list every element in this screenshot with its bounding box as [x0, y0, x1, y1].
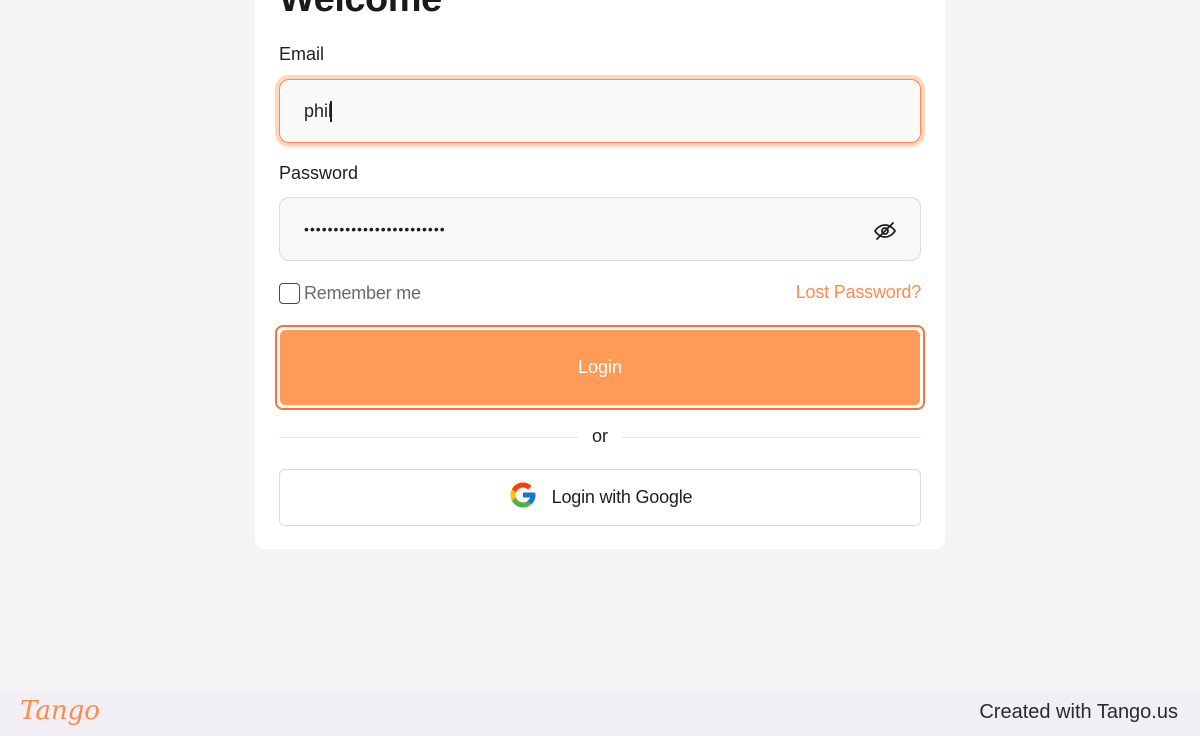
login-page: Welcome Email Password Remember me Lost …: [0, 0, 1200, 690]
remember-me[interactable]: Remember me: [279, 283, 421, 304]
lost-password-link[interactable]: Lost Password?: [796, 282, 921, 303]
login-button[interactable]: Login: [280, 330, 920, 405]
remember-me-checkbox[interactable]: [279, 283, 300, 304]
password-label: Password: [279, 163, 359, 183]
tango-logo: Tango: [20, 696, 100, 726]
eye-slash-icon[interactable]: [873, 219, 897, 243]
google-login-label: Login with Google: [551, 487, 693, 507]
text-caret: [330, 101, 332, 122]
footer-bar: Tango Created with Tango.us: [0, 690, 1200, 736]
google-login-button[interactable]: Login with Google: [279, 469, 921, 526]
email-label: Email: [279, 44, 325, 64]
divider-right: [621, 437, 921, 438]
email-field[interactable]: [304, 80, 864, 142]
email-field-wrapper[interactable]: [279, 79, 921, 143]
login-button-focus-ring: Login: [275, 325, 925, 410]
password-field[interactable]: [304, 198, 864, 260]
remember-me-label: Remember me: [304, 283, 421, 303]
password-field-wrapper[interactable]: [279, 197, 921, 261]
page-title: Welcome: [279, 0, 442, 21]
divider-left: [279, 437, 579, 438]
created-with-text: Created with Tango.us: [979, 701, 1178, 723]
google-icon: [508, 480, 538, 515]
divider-text: or: [591, 426, 608, 446]
